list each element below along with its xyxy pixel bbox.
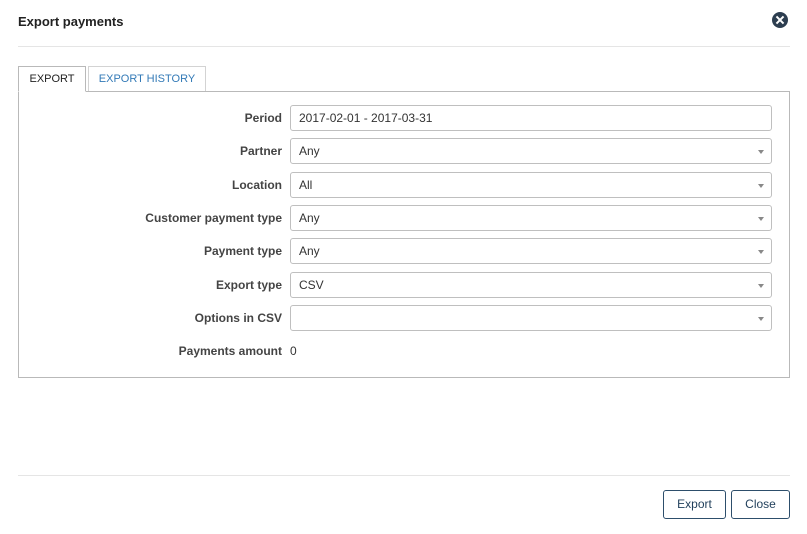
period-row: Period 2017-02-01 - 2017-03-31 (19, 105, 789, 131)
partner-select[interactable]: Any (290, 138, 772, 164)
customer-payment-type-select[interactable]: Any (290, 205, 772, 231)
options-in-csv-row: Options in CSV (19, 305, 789, 331)
customer-payment-type-label: Customer payment type (145, 211, 282, 225)
options-in-csv-select[interactable] (290, 305, 772, 331)
export-type-value: CSV (299, 278, 324, 292)
payment-type-select[interactable]: Any (290, 238, 772, 264)
tab-export-history[interactable]: EXPORT HISTORY (88, 66, 206, 92)
tab-export[interactable]: EXPORT (18, 66, 86, 92)
payment-type-row: Payment type Any (19, 238, 789, 264)
caret-down-icon (758, 184, 764, 188)
customer-payment-type-row: Customer payment type Any (19, 205, 789, 231)
export-type-select[interactable]: CSV (290, 272, 772, 298)
options-in-csv-label: Options in CSV (194, 311, 282, 325)
partner-label: Partner (239, 144, 282, 158)
partner-value: Any (299, 144, 320, 158)
caret-down-icon (758, 284, 764, 288)
period-input[interactable]: 2017-02-01 - 2017-03-31 (290, 105, 772, 131)
caret-down-icon (758, 317, 764, 321)
partner-row: Partner Any (19, 138, 789, 164)
footer-divider (18, 475, 790, 476)
export-form-panel: Period 2017-02-01 - 2017-03-31 Partner A… (18, 91, 790, 378)
caret-down-icon (758, 217, 764, 221)
export-type-label: Export type (215, 278, 282, 292)
payments-amount-row: Payments amount 0 (19, 338, 789, 364)
location-value: All (299, 178, 313, 192)
payments-amount-value: 0 (290, 344, 297, 358)
location-row: Location All (19, 172, 789, 198)
dialog-title: Export payments (18, 14, 124, 29)
period-label: Period (244, 111, 282, 125)
dialog-header: Export payments (0, 0, 807, 47)
period-value: 2017-02-01 - 2017-03-31 (299, 111, 433, 125)
payment-type-label: Payment type (203, 244, 282, 258)
export-button[interactable]: Export (663, 490, 726, 519)
export-type-row: Export type CSV (19, 272, 789, 298)
close-button[interactable]: Close (731, 490, 790, 519)
export-payments-dialog: Export payments EXPORT EXPORT HISTORY Pe… (0, 0, 807, 534)
payments-amount-label: Payments amount (178, 344, 282, 358)
caret-down-icon (758, 150, 764, 154)
payment-type-value: Any (299, 244, 320, 258)
caret-down-icon (758, 250, 764, 254)
header-divider (18, 46, 790, 47)
customer-payment-type-value: Any (299, 211, 320, 225)
location-label: Location (232, 178, 282, 192)
close-circle-icon[interactable] (772, 12, 788, 28)
location-select[interactable]: All (290, 172, 772, 198)
